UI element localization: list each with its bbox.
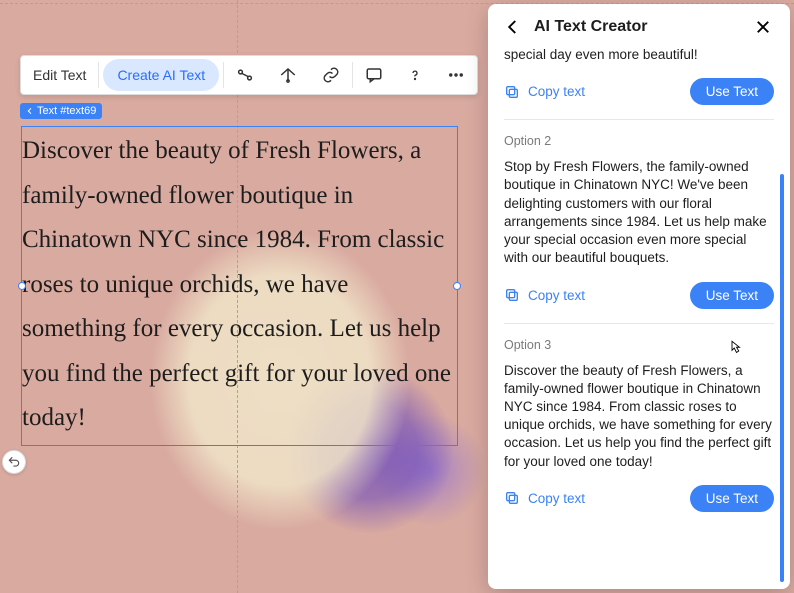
create-ai-text-button[interactable]: Create AI Text (103, 59, 219, 91)
ai-option-body: Stop by Fresh Flowers, the family-owned … (504, 158, 774, 267)
context-toolbar: Edit Text Create AI Text (20, 55, 478, 95)
ai-option-body: special day even more beautiful! (504, 46, 774, 64)
copy-text-label: Copy text (528, 491, 585, 506)
back-button[interactable] (504, 18, 524, 36)
undo-button[interactable] (2, 450, 26, 474)
ai-option: Option 2 Stop by Fresh Flowers, the fami… (504, 120, 774, 323)
copy-text-button[interactable]: Copy text (504, 490, 585, 506)
more-icon[interactable] (435, 56, 477, 94)
animation-icon[interactable] (224, 56, 266, 94)
link-icon[interactable] (310, 56, 352, 94)
resize-handle-right[interactable] (453, 282, 461, 290)
selected-text-block[interactable]: Discover the beauty of Fresh Flowers, a … (21, 126, 458, 446)
edit-text-button[interactable]: Edit Text (21, 56, 98, 94)
copy-text-button[interactable]: Copy text (504, 287, 585, 303)
ai-option-label: Option 3 (504, 338, 774, 352)
ai-option: special day even more beautiful! Copy te… (504, 46, 774, 120)
scrollbar-thumb[interactable] (780, 174, 784, 582)
use-text-button[interactable]: Use Text (690, 485, 774, 512)
copy-text-button[interactable]: Copy text (504, 84, 585, 100)
resize-handle-left[interactable] (18, 282, 26, 290)
close-button[interactable] (754, 18, 774, 36)
ai-option-body: Discover the beauty of Fresh Flowers, a … (504, 362, 774, 471)
design-icon[interactable] (266, 56, 310, 94)
use-text-button[interactable]: Use Text (690, 282, 774, 309)
toolbar-divider (98, 62, 99, 88)
element-tag[interactable]: Text #text69 (20, 103, 102, 119)
use-text-button[interactable]: Use Text (690, 78, 774, 105)
text-block-content: Discover the beauty of Fresh Flowers, a … (22, 137, 451, 431)
element-tag-label: Text #text69 (37, 105, 96, 117)
copy-text-label: Copy text (528, 288, 585, 303)
panel-title: AI Text Creator (534, 18, 754, 36)
ai-option: Option 3 Discover the beauty of Fresh Fl… (504, 324, 774, 526)
ai-option-label: Option 2 (504, 134, 774, 148)
copy-text-label: Copy text (528, 84, 585, 99)
help-icon[interactable] (395, 56, 435, 94)
ai-text-creator-panel: AI Text Creator special day even more be… (488, 4, 790, 589)
comment-icon[interactable] (353, 56, 395, 94)
